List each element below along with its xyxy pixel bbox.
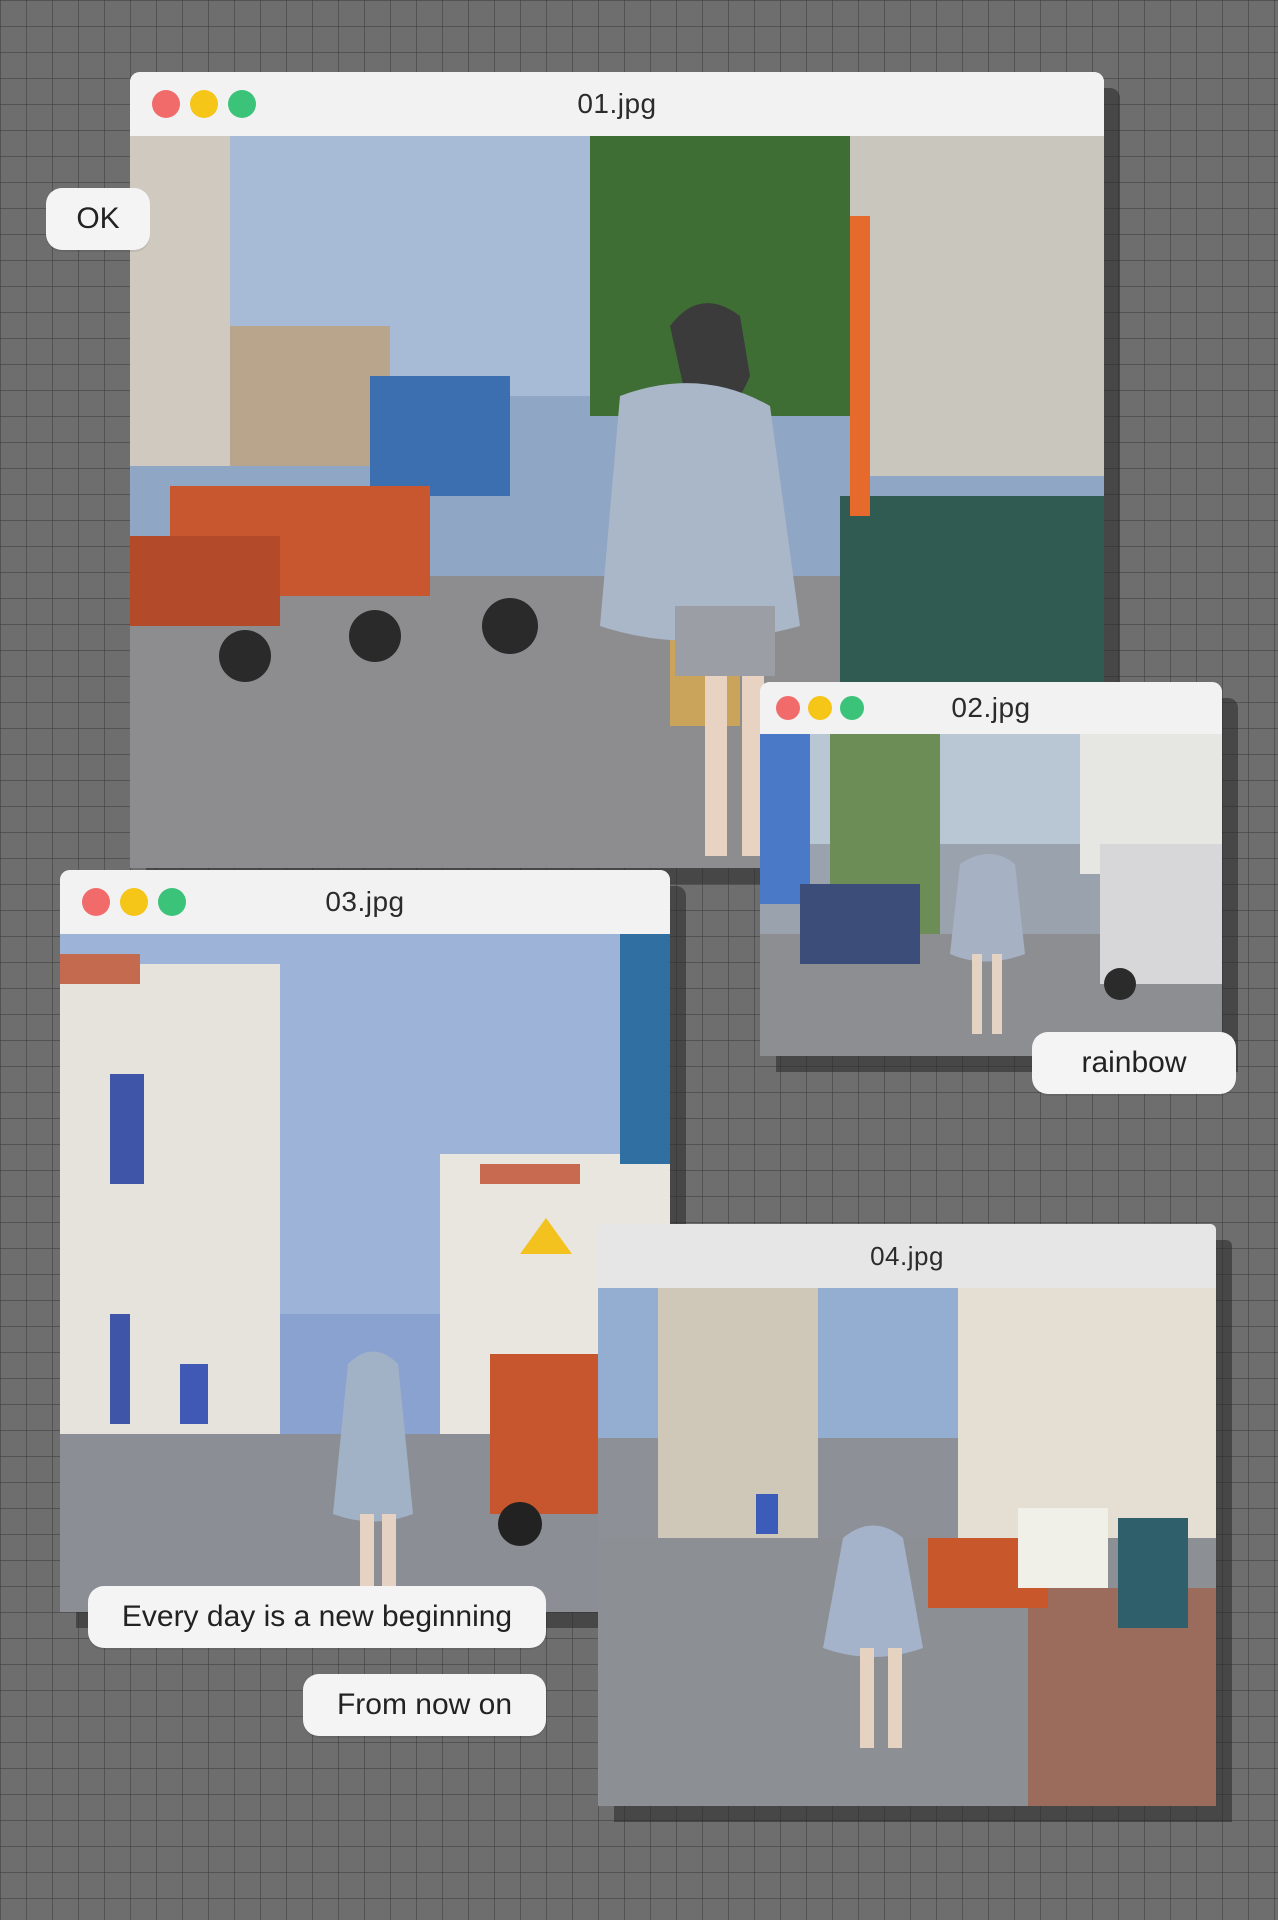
photo-window-04: 04.jpg (598, 1224, 1216, 1806)
window-titlebar: 04.jpg (598, 1224, 1216, 1288)
minimize-button[interactable] (120, 888, 148, 916)
caption-ok: OK (46, 188, 150, 250)
window-titlebar: 03.jpg (60, 870, 670, 934)
window-titlebar: 01.jpg (130, 72, 1104, 136)
maximize-button[interactable] (228, 90, 256, 118)
photo-street-03 (60, 934, 670, 1612)
close-button[interactable] (82, 888, 110, 916)
window-title: 04.jpg (870, 1240, 944, 1271)
window-title: 03.jpg (325, 886, 405, 917)
caption-every-day: Every day is a new beginning (88, 1586, 546, 1648)
maximize-button[interactable] (840, 696, 864, 720)
photo-street-04 (598, 1288, 1216, 1806)
minimize-button[interactable] (808, 696, 832, 720)
window-titlebar: 02.jpg (760, 682, 1222, 734)
minimize-button[interactable] (190, 90, 218, 118)
maximize-button[interactable] (158, 888, 186, 916)
caption-from-now-on: From now on (303, 1674, 546, 1736)
close-button[interactable] (776, 696, 800, 720)
photo-window-03: 03.jpg (60, 870, 670, 1612)
window-title: 01.jpg (577, 88, 657, 119)
close-button[interactable] (152, 90, 180, 118)
photo-street-02 (760, 734, 1222, 1056)
window-title: 02.jpg (951, 692, 1031, 723)
caption-rainbow: rainbow (1032, 1032, 1236, 1094)
photo-window-02: 02.jpg (760, 682, 1222, 1056)
